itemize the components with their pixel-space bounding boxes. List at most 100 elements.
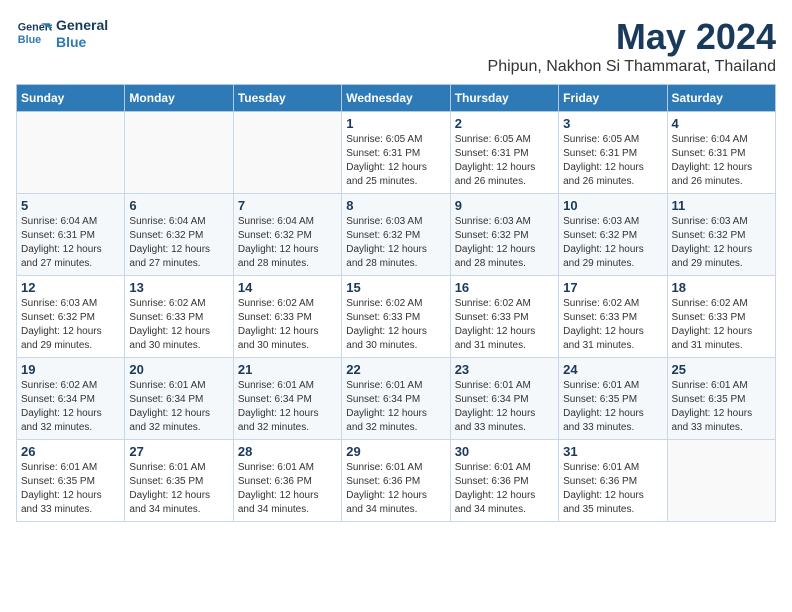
day-number: 18 [672, 280, 771, 295]
day-number: 25 [672, 362, 771, 377]
day-info: Sunrise: 6:03 AM Sunset: 6:32 PM Dayligh… [455, 215, 554, 271]
day-number: 29 [346, 444, 445, 459]
day-info: Sunrise: 6:01 AM Sunset: 6:36 PM Dayligh… [563, 461, 662, 517]
day-info: Sunrise: 6:01 AM Sunset: 6:35 PM Dayligh… [672, 379, 771, 435]
header-saturday: Saturday [667, 85, 775, 112]
day-info: Sunrise: 6:04 AM Sunset: 6:32 PM Dayligh… [129, 215, 228, 271]
day-number: 6 [129, 198, 228, 213]
day-cell: 27Sunrise: 6:01 AM Sunset: 6:35 PM Dayli… [125, 440, 233, 522]
svg-text:Blue: Blue [18, 34, 41, 46]
day-cell: 4Sunrise: 6:04 AM Sunset: 6:31 PM Daylig… [667, 112, 775, 194]
logo-text-blue: Blue [56, 34, 108, 51]
day-cell: 30Sunrise: 6:01 AM Sunset: 6:36 PM Dayli… [450, 440, 558, 522]
day-number: 2 [455, 116, 554, 131]
logo-icon: General Blue [16, 16, 52, 52]
day-info: Sunrise: 6:02 AM Sunset: 6:33 PM Dayligh… [455, 297, 554, 353]
day-info: Sunrise: 6:01 AM Sunset: 6:34 PM Dayligh… [455, 379, 554, 435]
week-row-2: 5 Sunrise: 6:04 AM Sunset: 6:31 PM Daylig… [17, 194, 776, 276]
day-cell: 29 Sunrise: 6:01 AM Sunset: 6:36 PM Dayli… [342, 440, 450, 522]
day-info: Sunrise: 6:03 AM Sunset: 6:32 PM Dayligh… [563, 215, 662, 271]
day-number: 17 [563, 280, 662, 295]
logo-text-general: General [56, 17, 108, 34]
day-cell: 16 Sunrise: 6:02 AM Sunset: 6:33 PM Dayli… [450, 276, 558, 358]
day-cell: 9 Sunrise: 6:03 AM Sunset: 6:32 PM Daylig… [450, 194, 558, 276]
day-number: 15 [346, 280, 445, 295]
day-cell: 1Sunrise: 6:05 AM Sunset: 6:31 PM Daylig… [342, 112, 450, 194]
day-info: Sunrise: 6:02 AM Sunset: 6:33 PM Dayligh… [238, 297, 337, 353]
week-row-1: 1 Sunrise: 6:05 AM Sunset: 6:31 PM Daylig… [17, 112, 776, 194]
header-wednesday: Wednesday [342, 85, 450, 112]
day-number: 26 [21, 444, 120, 459]
day-info: Sunrise: 6:01 AM Sunset: 6:35 PM Dayligh… [21, 461, 120, 517]
day-number: 14 [238, 280, 337, 295]
day-cell: 11Sunrise: 6:03 AM Sunset: 6:32 PM Dayli… [667, 194, 775, 276]
calendar-table: SundayMondayTuesdayWednesdayThursdayFrid… [16, 84, 776, 522]
header-thursday: Thursday [450, 85, 558, 112]
day-number: 23 [455, 362, 554, 377]
day-info: Sunrise: 6:01 AM Sunset: 6:35 PM Dayligh… [129, 461, 228, 517]
day-cell: 5 Sunrise: 6:04 AM Sunset: 6:31 PM Daylig… [17, 194, 125, 276]
day-info: Sunrise: 6:02 AM Sunset: 6:33 PM Dayligh… [346, 297, 445, 353]
day-number: 22 [346, 362, 445, 377]
day-number: 20 [129, 362, 228, 377]
day-cell: 17Sunrise: 6:02 AM Sunset: 6:33 PM Dayli… [559, 276, 667, 358]
day-info: Sunrise: 6:01 AM Sunset: 6:36 PM Dayligh… [346, 461, 445, 517]
day-info: Sunrise: 6:02 AM Sunset: 6:33 PM Dayligh… [129, 297, 228, 353]
day-number: 3 [563, 116, 662, 131]
day-number: 21 [238, 362, 337, 377]
day-info: Sunrise: 6:02 AM Sunset: 6:34 PM Dayligh… [21, 379, 120, 435]
week-row-5: 26 Sunrise: 6:01 AM Sunset: 6:35 PM Dayli… [17, 440, 776, 522]
day-number: 24 [563, 362, 662, 377]
day-cell: 10 Sunrise: 6:03 AM Sunset: 6:32 PM Dayli… [559, 194, 667, 276]
day-cell: 18 Sunrise: 6:02 AM Sunset: 6:33 PM Dayli… [667, 276, 775, 358]
day-info: Sunrise: 6:04 AM Sunset: 6:32 PM Dayligh… [238, 215, 337, 271]
day-info: Sunrise: 6:04 AM Sunset: 6:31 PM Dayligh… [672, 133, 771, 189]
day-info: Sunrise: 6:01 AM Sunset: 6:34 PM Dayligh… [238, 379, 337, 435]
day-info: Sunrise: 6:01 AM Sunset: 6:34 PM Dayligh… [346, 379, 445, 435]
day-number: 30 [455, 444, 554, 459]
day-cell: 6 Sunrise: 6:04 AM Sunset: 6:32 PM Daylig… [125, 194, 233, 276]
day-number: 5 [21, 198, 120, 213]
header-tuesday: Tuesday [233, 85, 341, 112]
day-number: 7 [238, 198, 337, 213]
calendar-header-row: SundayMondayTuesdayWednesdayThursdayFrid… [17, 85, 776, 112]
day-info: Sunrise: 6:05 AM Sunset: 6:31 PM Dayligh… [455, 133, 554, 189]
header-monday: Monday [125, 85, 233, 112]
week-row-3: 12 Sunrise: 6:03 AM Sunset: 6:32 PM Dayli… [17, 276, 776, 358]
day-number: 31 [563, 444, 662, 459]
header-friday: Friday [559, 85, 667, 112]
day-info: Sunrise: 6:05 AM Sunset: 6:31 PM Dayligh… [563, 133, 662, 189]
main-title: May 2024 [488, 16, 776, 58]
day-info: Sunrise: 6:03 AM Sunset: 6:32 PM Dayligh… [346, 215, 445, 271]
day-cell [125, 112, 233, 194]
day-info: Sunrise: 6:02 AM Sunset: 6:33 PM Dayligh… [672, 297, 771, 353]
day-cell: 15 Sunrise: 6:02 AM Sunset: 6:33 PM Dayli… [342, 276, 450, 358]
day-info: Sunrise: 6:01 AM Sunset: 6:36 PM Dayligh… [238, 461, 337, 517]
day-number: 1 [346, 116, 445, 131]
day-cell: 31 Sunrise: 6:01 AM Sunset: 6:36 PM Dayli… [559, 440, 667, 522]
day-cell: 3 Sunrise: 6:05 AM Sunset: 6:31 PM Daylig… [559, 112, 667, 194]
day-cell [233, 112, 341, 194]
day-info: Sunrise: 6:04 AM Sunset: 6:31 PM Dayligh… [21, 215, 120, 271]
header-sunday: Sunday [17, 85, 125, 112]
day-number: 10 [563, 198, 662, 213]
day-number: 28 [238, 444, 337, 459]
day-cell: 25 Sunrise: 6:01 AM Sunset: 6:35 PM Dayli… [667, 358, 775, 440]
day-number: 19 [21, 362, 120, 377]
subtitle: Phipun, Nakhon Si Thammarat, Thailand [488, 58, 776, 76]
day-info: Sunrise: 6:03 AM Sunset: 6:32 PM Dayligh… [672, 215, 771, 271]
day-number: 16 [455, 280, 554, 295]
day-cell: 26 Sunrise: 6:01 AM Sunset: 6:35 PM Dayli… [17, 440, 125, 522]
day-cell [667, 440, 775, 522]
day-number: 12 [21, 280, 120, 295]
page-header: General Blue General Blue May 2024 Phipu… [16, 16, 776, 76]
day-cell: 14 Sunrise: 6:02 AM Sunset: 6:33 PM Dayli… [233, 276, 341, 358]
day-cell: 2 Sunrise: 6:05 AM Sunset: 6:31 PM Daylig… [450, 112, 558, 194]
day-cell: 22 Sunrise: 6:01 AM Sunset: 6:34 PM Dayli… [342, 358, 450, 440]
day-info: Sunrise: 6:01 AM Sunset: 6:35 PM Dayligh… [563, 379, 662, 435]
day-number: 9 [455, 198, 554, 213]
day-cell: 19 Sunrise: 6:02 AM Sunset: 6:34 PM Dayli… [17, 358, 125, 440]
day-info: Sunrise: 6:03 AM Sunset: 6:32 PM Dayligh… [21, 297, 120, 353]
day-cell: 12 Sunrise: 6:03 AM Sunset: 6:32 PM Dayli… [17, 276, 125, 358]
day-number: 13 [129, 280, 228, 295]
